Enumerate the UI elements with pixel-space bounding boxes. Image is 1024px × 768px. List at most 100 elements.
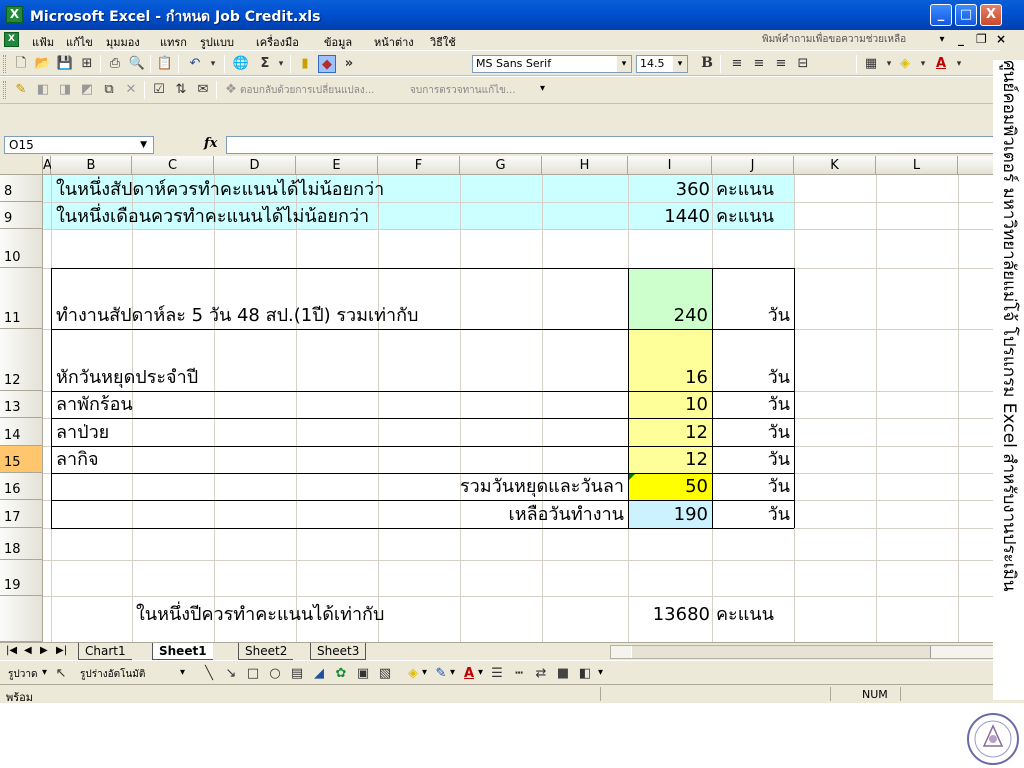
menu-edit[interactable]: แก้ไข bbox=[66, 33, 93, 51]
fill-color-icon[interactable]: ◈ bbox=[404, 665, 422, 683]
hyperlink-icon[interactable]: 🌐 bbox=[232, 55, 250, 73]
chevron-down-icon[interactable]: ▾ bbox=[478, 667, 483, 678]
toolbar-grip[interactable] bbox=[3, 55, 6, 73]
track-changes-icon[interactable]: ☑ bbox=[150, 81, 168, 99]
cell-j16[interactable]: วัน bbox=[712, 478, 790, 496]
chevron-down-icon[interactable]: ▾ bbox=[422, 667, 427, 678]
next-sheet-icon[interactable]: ▶ bbox=[40, 645, 48, 656]
cell-i12[interactable]: 16 bbox=[628, 369, 708, 387]
cell-j19[interactable]: คะแนน bbox=[716, 606, 774, 624]
horizontal-scrollbar[interactable] bbox=[610, 645, 994, 659]
oval-icon[interactable]: ○ bbox=[266, 665, 284, 683]
menu-tools[interactable]: เครื่องมือ bbox=[256, 33, 299, 51]
new-comment-icon[interactable]: ✎ bbox=[12, 81, 30, 99]
cell-b11[interactable]: ทำงานสัปดาห์ละ 5 วัน 48 สป.(1ปี) รวมเท่า… bbox=[56, 307, 418, 325]
send-mail-icon[interactable]: ✉ bbox=[194, 81, 212, 99]
chevron-down-icon[interactable]: ▾ bbox=[673, 56, 687, 72]
col-header-l[interactable]: L bbox=[876, 156, 958, 175]
cell-j15[interactable]: วัน bbox=[712, 451, 790, 469]
dash-style-icon[interactable]: ┅ bbox=[510, 665, 528, 683]
drawing-toggle-icon[interactable]: ◆ bbox=[318, 55, 336, 73]
chevron-down-icon[interactable]: ▾ bbox=[617, 56, 631, 72]
chevron-down-icon[interactable]: ▾ bbox=[936, 32, 948, 48]
align-right-icon[interactable]: ≡ bbox=[772, 55, 790, 73]
row-header-9[interactable]: 9 bbox=[0, 202, 43, 229]
cell-i17[interactable]: 190 bbox=[628, 506, 708, 524]
bold-button[interactable]: B bbox=[698, 55, 716, 73]
scrollbar-thumb[interactable] bbox=[631, 646, 931, 658]
menu-format[interactable]: รูปแบบ bbox=[200, 33, 234, 51]
row-header-17[interactable]: 17 bbox=[0, 500, 43, 528]
arrow-icon[interactable]: ↘ bbox=[222, 665, 240, 683]
delete-comment-icon[interactable]: ✕ bbox=[122, 81, 140, 99]
doc-restore-button[interactable]: ❐ bbox=[976, 32, 987, 46]
formula-input[interactable] bbox=[226, 136, 996, 154]
font-color-icon[interactable]: A bbox=[932, 55, 950, 73]
col-header-i[interactable]: I bbox=[628, 156, 712, 175]
line-style-icon[interactable]: ☰ bbox=[488, 665, 506, 683]
prev-comment-icon[interactable]: ◧ bbox=[34, 81, 52, 99]
tab-sheet2[interactable]: Sheet2 bbox=[238, 643, 294, 660]
diagram-icon[interactable]: ✿ bbox=[332, 665, 350, 683]
cell-i15[interactable]: 12 bbox=[628, 451, 708, 469]
save-icon[interactable]: 💾 bbox=[56, 55, 74, 73]
col-header-j[interactable]: J bbox=[712, 156, 794, 175]
fill-color-icon[interactable]: ◈ bbox=[896, 55, 914, 73]
first-sheet-icon[interactable]: |◀ bbox=[6, 645, 17, 656]
cell-j11[interactable]: วัน bbox=[712, 307, 790, 325]
print-icon[interactable]: ⎙ bbox=[106, 55, 124, 73]
chart-wizard-icon[interactable]: ▮ bbox=[296, 55, 314, 73]
select-pointer-icon[interactable]: ↖ bbox=[52, 665, 70, 683]
show-comment-icon[interactable]: ◩ bbox=[78, 81, 96, 99]
end-review-text[interactable]: จบการตรวจทานแก้ไข... bbox=[410, 83, 516, 98]
row-header-8[interactable]: 8 bbox=[0, 175, 43, 202]
menu-file[interactable]: แฟ้ม bbox=[32, 33, 54, 51]
prev-sheet-icon[interactable]: ◀ bbox=[24, 645, 32, 656]
cell-i9[interactable]: 1440 bbox=[628, 208, 710, 226]
next-comment-icon[interactable]: ◨ bbox=[56, 81, 74, 99]
chevron-down-icon[interactable]: ▾ bbox=[42, 667, 47, 678]
doc-minimize-button[interactable]: _ bbox=[958, 32, 964, 46]
cell-h16[interactable]: รวมวันหยุดและวันลา bbox=[300, 478, 624, 496]
maximize-button[interactable]: □ bbox=[955, 4, 977, 26]
insert-function-icon[interactable]: fx bbox=[204, 136, 217, 151]
col-header-b[interactable]: B bbox=[51, 156, 132, 175]
col-header-h[interactable]: H bbox=[542, 156, 628, 175]
permission-icon[interactable]: ⊞ bbox=[78, 55, 96, 73]
menu-help[interactable]: วิธีใช้ bbox=[430, 33, 456, 51]
undo-icon[interactable]: ↶ bbox=[186, 55, 204, 73]
help-question-box[interactable]: พิมพ์คำถามเพื่อขอความช่วยเหลือ ▾ bbox=[762, 32, 948, 48]
col-header-k[interactable]: K bbox=[794, 156, 876, 175]
chevron-down-icon[interactable]: ▾ bbox=[450, 667, 455, 678]
cell-i16[interactable]: 50 bbox=[628, 478, 708, 496]
align-left-icon[interactable]: ≡ bbox=[728, 55, 746, 73]
menu-insert[interactable]: แทรก bbox=[160, 33, 187, 51]
reply-changes-icon[interactable]: ❖ bbox=[222, 81, 240, 99]
cell-i14[interactable]: 12 bbox=[628, 424, 708, 442]
cell-i11[interactable]: 240 bbox=[628, 307, 708, 325]
merge-center-icon[interactable]: ⊟ bbox=[794, 55, 812, 73]
autoshapes-menu-button[interactable]: รูปร่างอัตโนมัติ bbox=[80, 667, 145, 682]
textbox-icon[interactable]: ▤ bbox=[288, 665, 306, 683]
toolbar-grip[interactable] bbox=[3, 81, 6, 99]
row-header-19[interactable]: 19 bbox=[0, 560, 43, 596]
menu-data[interactable]: ข้อมูล bbox=[324, 33, 352, 51]
minimize-button[interactable]: _ bbox=[930, 4, 952, 26]
menu-view[interactable]: มุมมอง bbox=[106, 33, 140, 51]
font-size-combo[interactable]: 14.5 ▾ bbox=[636, 55, 688, 73]
cell-i8[interactable]: 360 bbox=[628, 181, 710, 199]
new-file-icon[interactable]: 🗋 bbox=[12, 55, 30, 73]
chevron-down-icon[interactable]: ▾ bbox=[914, 55, 932, 73]
font-color-icon[interactable]: A bbox=[460, 665, 478, 683]
row-header-16[interactable]: 16 bbox=[0, 473, 43, 500]
select-all-corner[interactable] bbox=[0, 156, 43, 175]
wordart-icon[interactable]: ◢ bbox=[310, 665, 328, 683]
chevron-down-icon[interactable]: ▼ bbox=[140, 137, 147, 153]
doc-close-button[interactable]: × bbox=[996, 32, 1006, 46]
cell-b9[interactable]: ในหนึ่งเดือนควรทำคะแนนได้ไม่น้อยกว่า bbox=[56, 208, 369, 226]
cell-j12[interactable]: วัน bbox=[712, 369, 790, 387]
align-center-icon[interactable]: ≡ bbox=[750, 55, 768, 73]
cell-b8[interactable]: ในหนึ่งสัปดาห์ควรทำคะแนนได้ไม่น้อยกว่า bbox=[56, 181, 384, 199]
cell-i13[interactable]: 10 bbox=[628, 396, 708, 414]
show-all-comments-icon[interactable]: ⧉ bbox=[100, 81, 118, 99]
